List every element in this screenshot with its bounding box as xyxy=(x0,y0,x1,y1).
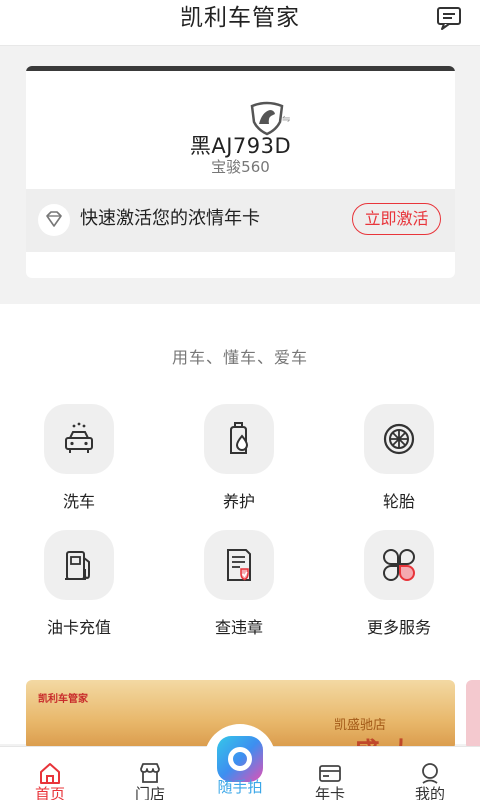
oil-bottle-icon xyxy=(204,404,274,474)
service-maintenance[interactable]: 养护 xyxy=(178,404,298,524)
service-label: 养护 xyxy=(222,492,255,511)
tab-label: 年卡 xyxy=(314,785,345,800)
card-icon xyxy=(319,765,341,782)
tab-profile[interactable]: 我的 xyxy=(382,747,478,800)
snapshot-label[interactable]: 随手拍 xyxy=(204,776,276,797)
banner-store-name: 凯盛驰店 xyxy=(334,718,387,733)
car-model: 宝骏560 xyxy=(211,158,270,176)
car-wash-icon xyxy=(44,404,114,474)
banner-brand: 凯利车管家 xyxy=(38,694,88,705)
page-title: 凯利车管家 xyxy=(180,5,300,31)
tab-label: 门店 xyxy=(134,785,165,800)
tab-store[interactable]: 门店 xyxy=(102,747,198,800)
switch-car-icon[interactable]: ⇋ xyxy=(282,114,290,125)
car-card[interactable]: ⇋ 黑AJ793D 宝骏560 快速激活您的浓情年卡 立即激活 xyxy=(26,66,455,278)
service-label: 洗车 xyxy=(62,492,95,511)
activate-now-button[interactable]: 立即激活 xyxy=(352,203,441,235)
home-icon xyxy=(40,763,60,784)
service-more[interactable]: 更多服务 xyxy=(338,530,458,650)
tab-label: 首页 xyxy=(34,785,65,800)
diamond-icon xyxy=(38,204,70,236)
service-label: 油卡充值 xyxy=(46,618,111,637)
card-top-bar xyxy=(26,66,455,71)
tire-icon xyxy=(364,404,434,474)
more-services-icon xyxy=(364,530,434,600)
tab-label: 我的 xyxy=(414,785,445,800)
tab-home[interactable]: 首页 xyxy=(2,747,98,800)
service-violation-query[interactable]: 查违章 xyxy=(178,530,298,650)
store-icon xyxy=(140,763,160,783)
next-banner-peek[interactable] xyxy=(466,680,480,750)
message-icon[interactable] xyxy=(436,6,462,30)
service-label: 轮胎 xyxy=(382,492,415,511)
service-tire[interactable]: 轮胎 xyxy=(338,404,458,524)
services-slogan: 用车、懂车、爱车 xyxy=(171,348,308,367)
violation-document-icon xyxy=(204,530,274,600)
app-header: 凯利车管家 xyxy=(0,0,480,46)
fuel-pump-icon xyxy=(44,530,114,600)
service-car-wash[interactable]: 洗车 xyxy=(18,404,138,524)
activate-card-row: 快速激活您的浓情年卡 立即激活 xyxy=(26,189,455,252)
tab-annual-card[interactable]: 年卡 xyxy=(282,747,378,800)
service-label: 更多服务 xyxy=(366,618,431,637)
services-section: 用车、懂车、爱车 洗车 养护 轮胎 油卡充值 查违章 更多服务 xyxy=(0,304,480,744)
service-fuel-card[interactable]: 油卡充值 xyxy=(18,530,138,650)
activate-prompt-text: 快速激活您的浓情年卡 xyxy=(80,208,260,229)
profile-icon xyxy=(422,763,438,784)
service-label: 查违章 xyxy=(214,618,263,637)
